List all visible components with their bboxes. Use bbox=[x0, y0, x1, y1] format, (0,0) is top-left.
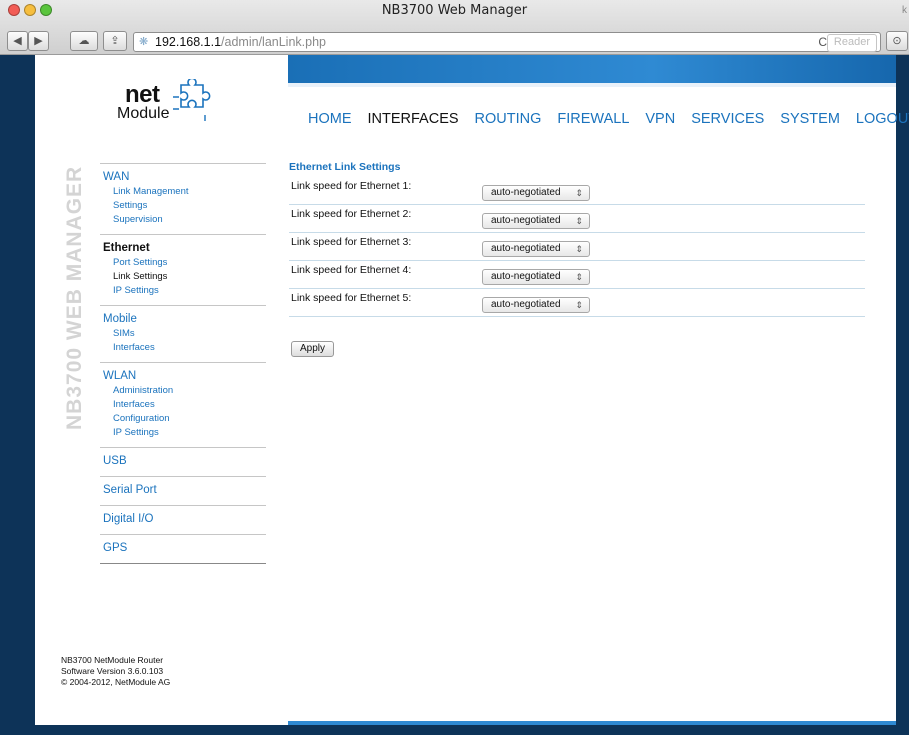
header-band bbox=[288, 55, 896, 87]
sidebar-item-wlan-interfaces[interactable]: Interfaces bbox=[113, 398, 266, 412]
sidebar-item-digital-io[interactable]: Digital I/O bbox=[103, 511, 266, 527]
back-icon: ◀ bbox=[13, 35, 22, 47]
select-value: auto-negotiated bbox=[491, 271, 561, 282]
select-value: auto-negotiated bbox=[491, 215, 561, 226]
select-arrows-icon: ⇕ bbox=[575, 188, 583, 198]
select-arrows-icon: ⇕ bbox=[575, 300, 583, 310]
link-speed-select-3[interactable]: auto-negotiated ⇕ bbox=[482, 241, 590, 257]
sidebar-item-link-settings[interactable]: Link Settings bbox=[113, 270, 266, 284]
cloud-icon: ☁ bbox=[78, 35, 90, 47]
icloud-tabs-button[interactable]: ☁ bbox=[70, 31, 98, 51]
sidebar-item-ethernet-ip-settings[interactable]: IP Settings bbox=[113, 284, 266, 298]
forward-button[interactable]: ▶ bbox=[28, 31, 49, 51]
sidebar-item-administration[interactable]: Administration bbox=[113, 384, 266, 398]
sidebar-item-serial-port[interactable]: Serial Port bbox=[103, 482, 266, 498]
select-value: auto-negotiated bbox=[491, 299, 561, 310]
section-title: Ethernet Link Settings bbox=[289, 161, 401, 173]
window-title-right-fragment: k bbox=[902, 5, 907, 16]
sidebar-group-ethernet: Ethernet Port Settings Link Settings IP … bbox=[100, 234, 266, 305]
link-speed-select-1[interactable]: auto-negotiated ⇕ bbox=[482, 185, 590, 201]
sidebar-group-wan: WAN Link Management Settings Supervision bbox=[100, 163, 266, 234]
sidebar: WAN Link Management Settings Supervision… bbox=[100, 163, 266, 564]
sidebar-item-wan-settings[interactable]: Settings bbox=[113, 199, 266, 213]
sidebar-group-usb: USB bbox=[100, 447, 266, 476]
share-button[interactable]: ⇪ bbox=[103, 31, 127, 51]
site-icon: ❋ bbox=[139, 36, 149, 48]
downloads-button[interactable]: ⊙ bbox=[886, 31, 908, 51]
sidebar-group-gps: GPS bbox=[100, 534, 266, 564]
nav-interfaces[interactable]: INTERFACES bbox=[368, 111, 459, 127]
reader-button[interactable]: Reader bbox=[826, 34, 877, 52]
sidebar-item-mobile[interactable]: Mobile bbox=[103, 311, 266, 327]
link-speed-label-1: Link speed for Ethernet 1: bbox=[291, 180, 412, 192]
link-speed-row-1: Link speed for Ethernet 1: auto-negotiat… bbox=[289, 177, 865, 205]
url-host: 192.168.1.1 bbox=[155, 35, 222, 49]
nav-services[interactable]: SERVICES bbox=[691, 111, 764, 127]
select-value: auto-negotiated bbox=[491, 187, 561, 198]
sidebar-group-serial: Serial Port bbox=[100, 476, 266, 505]
select-value: auto-negotiated bbox=[491, 243, 561, 254]
link-speed-row-3: Link speed for Ethernet 3: auto-negotiat… bbox=[289, 233, 865, 261]
web-page: net Module HOME INTERFACES ROUTING FIREW… bbox=[35, 55, 909, 725]
main-navigation: HOME INTERFACES ROUTING FIREWALL VPN SER… bbox=[308, 111, 909, 127]
footer-version: Software Version 3.6.0.103 bbox=[61, 666, 164, 676]
address-bar[interactable]: ❋ 192.168.1.1/admin/lanLink.php C Reader bbox=[133, 32, 881, 52]
window-titlebar: NB3700 Web Manager k ◀ ▶ ☁ ⇪ ❋ 192.168.1… bbox=[0, 0, 909, 55]
sidebar-item-port-settings[interactable]: Port Settings bbox=[113, 256, 266, 270]
sidebar-item-ethernet[interactable]: Ethernet bbox=[103, 240, 266, 256]
link-speed-label-2: Link speed for Ethernet 2: bbox=[291, 208, 412, 220]
window-title: NB3700 Web Manager bbox=[381, 3, 528, 18]
sidebar-item-sims[interactable]: SIMs bbox=[113, 327, 266, 341]
nav-home[interactable]: HOME bbox=[308, 111, 352, 127]
main-content: Ethernet Link Settings Link speed for Et… bbox=[289, 161, 865, 357]
page-footer: NB3700 NetModule Router Software Version… bbox=[61, 655, 170, 688]
apply-button[interactable]: Apply bbox=[291, 341, 335, 357]
forward-icon: ▶ bbox=[34, 35, 43, 47]
vertical-brand-text: NB3700 WEB MANAGER bbox=[63, 165, 86, 430]
select-arrows-icon: ⇕ bbox=[575, 272, 583, 282]
link-speed-select-5[interactable]: auto-negotiated ⇕ bbox=[482, 297, 590, 313]
select-arrows-icon: ⇕ bbox=[575, 216, 583, 226]
sidebar-group-mobile: Mobile SIMs Interfaces bbox=[100, 305, 266, 362]
sidebar-item-link-management[interactable]: Link Management bbox=[113, 185, 266, 199]
nav-logout[interactable]: LOGOUT bbox=[856, 111, 909, 127]
select-arrows-icon: ⇕ bbox=[575, 244, 583, 254]
sidebar-item-supervision[interactable]: Supervision bbox=[113, 213, 266, 227]
back-button[interactable]: ◀ bbox=[7, 31, 28, 51]
link-speed-row-2: Link speed for Ethernet 2: auto-negotiat… bbox=[289, 205, 865, 233]
sidebar-item-configuration[interactable]: Configuration bbox=[113, 412, 266, 426]
nav-system[interactable]: SYSTEM bbox=[780, 111, 840, 127]
link-speed-label-4: Link speed for Ethernet 4: bbox=[291, 264, 412, 276]
nav-vpn[interactable]: VPN bbox=[645, 111, 675, 127]
reload-icon[interactable]: C bbox=[818, 33, 827, 51]
link-speed-row-4: Link speed for Ethernet 4: auto-negotiat… bbox=[289, 261, 865, 289]
sidebar-item-wan[interactable]: WAN bbox=[103, 169, 266, 185]
url-path: /admin/lanLink.php bbox=[221, 35, 326, 49]
url-text[interactable]: 192.168.1.1/admin/lanLink.php bbox=[155, 33, 326, 51]
link-speed-select-2[interactable]: auto-negotiated ⇕ bbox=[482, 213, 590, 229]
sidebar-group-digital: Digital I/O bbox=[100, 505, 266, 534]
nav-firewall[interactable]: FIREWALL bbox=[557, 111, 629, 127]
link-speed-row-5: Link speed for Ethernet 5: auto-negotiat… bbox=[289, 289, 865, 317]
link-speed-label-5: Link speed for Ethernet 5: bbox=[291, 292, 412, 304]
footer-copyright: © 2004-2012, NetModule AG bbox=[61, 677, 171, 687]
footer-band bbox=[288, 721, 896, 725]
footer-product: NB3700 NetModule Router bbox=[61, 655, 164, 665]
logo-module-text: Module bbox=[117, 105, 170, 122]
share-icon: ⇪ bbox=[110, 35, 120, 47]
nav-routing[interactable]: ROUTING bbox=[475, 111, 542, 127]
netmodule-logo[interactable]: net Module bbox=[95, 79, 245, 133]
sidebar-item-mobile-interfaces[interactable]: Interfaces bbox=[113, 341, 266, 355]
download-icon: ⊙ bbox=[892, 35, 902, 47]
link-speed-select-4[interactable]: auto-negotiated ⇕ bbox=[482, 269, 590, 285]
sidebar-item-wlan-ip-settings[interactable]: IP Settings bbox=[113, 426, 266, 440]
sidebar-item-wlan[interactable]: WLAN bbox=[103, 368, 266, 384]
sidebar-group-wlan: WLAN Administration Interfaces Configura… bbox=[100, 362, 266, 447]
puzzle-logo-icon bbox=[173, 79, 211, 121]
sidebar-item-usb[interactable]: USB bbox=[103, 453, 266, 469]
sidebar-item-gps[interactable]: GPS bbox=[103, 540, 266, 556]
link-speed-label-3: Link speed for Ethernet 3: bbox=[291, 236, 412, 248]
